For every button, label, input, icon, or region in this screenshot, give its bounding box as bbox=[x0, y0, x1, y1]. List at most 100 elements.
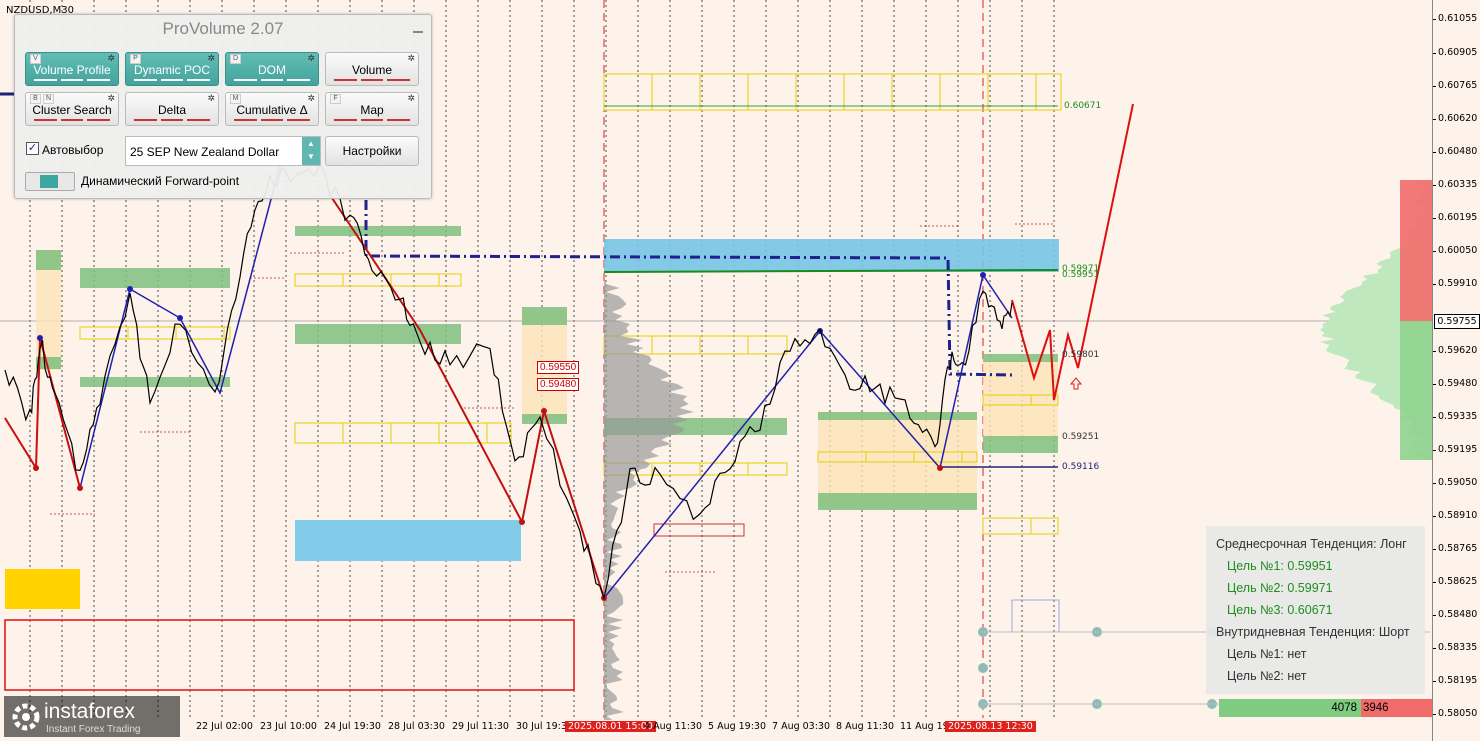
panel-button-5[interactable]: ✲ Delta bbox=[125, 92, 219, 126]
trend-dot bbox=[978, 663, 988, 673]
price-tick: 0.59620 bbox=[1438, 345, 1477, 356]
provolume-panel[interactable]: ProVolume 2.07 V ✲ Volume Profile P ✲ Dynamic… bbox=[14, 14, 432, 199]
red-box bbox=[654, 524, 744, 536]
level-label: 0.59116 bbox=[1062, 462, 1099, 472]
green-bar bbox=[36, 250, 61, 270]
ask-volume-bar: 3946 bbox=[1361, 699, 1432, 717]
intraday-target-1: Цель №1: нет bbox=[1227, 647, 1307, 661]
price-tick: 0.59050 bbox=[1438, 477, 1477, 488]
indicator-strip bbox=[334, 119, 410, 122]
panel-button-label: Cumulative Δ bbox=[226, 103, 318, 117]
logo-tagline: Instant Forex Trading bbox=[46, 724, 141, 735]
price-scale[interactable]: 0.61055 0.60905 0.60765 0.60620 0.60480 0.603… bbox=[1433, 0, 1480, 741]
pivot-dot bbox=[519, 519, 525, 525]
mid-target-2: Цель №2: 0.59971 bbox=[1227, 581, 1333, 595]
blue-box bbox=[1012, 600, 1059, 632]
price-tick: 0.60195 bbox=[1438, 212, 1477, 223]
bid-volume-bar: 4078 bbox=[1219, 699, 1361, 717]
instrument-select[interactable]: 25 SEP New Zealand Dollar ▲ ▼ bbox=[125, 136, 321, 166]
indicator-strip bbox=[134, 119, 210, 122]
price-tick: 0.59480 bbox=[1438, 378, 1477, 389]
orange-zone bbox=[818, 412, 977, 507]
panel-button-3[interactable]: ✲ Volume bbox=[325, 52, 419, 86]
poc-label: 0.59550 bbox=[537, 361, 579, 374]
price-tick: 0.60620 bbox=[1438, 113, 1477, 124]
forward-point-toggle[interactable] bbox=[25, 172, 75, 191]
autoselect-checkbox[interactable]: ✓ bbox=[26, 142, 39, 155]
minimize-icon[interactable] bbox=[413, 31, 423, 33]
price-tick: 0.58050 bbox=[1438, 708, 1477, 719]
panel-button-label: Cluster Search bbox=[26, 103, 118, 117]
price-tick: 0.60335 bbox=[1438, 179, 1477, 190]
blue-zone bbox=[604, 239, 1059, 272]
price-tick: 0.58625 bbox=[1438, 576, 1477, 587]
price-tick: 0.59335 bbox=[1438, 411, 1477, 422]
orange-zone bbox=[983, 360, 1058, 440]
volume-profile bbox=[604, 280, 694, 720]
price-tick: 0.58195 bbox=[1438, 675, 1477, 686]
price-tick: 0.59195 bbox=[1438, 444, 1477, 455]
indicator-strip bbox=[34, 79, 110, 82]
time-label: 23 Jul 10:00 bbox=[260, 721, 317, 732]
panel-title: ProVolume 2.07 bbox=[15, 19, 431, 39]
autoselect-label: Автовыбор bbox=[42, 143, 103, 157]
panel-button-label: DOM bbox=[226, 63, 318, 77]
logo-gear-icon bbox=[8, 699, 44, 735]
current-price-label: 0.59755 bbox=[1434, 314, 1480, 329]
price-tick: 0.60050 bbox=[1438, 245, 1477, 256]
green-bar bbox=[983, 436, 1058, 453]
yellow-box bbox=[295, 274, 461, 286]
price-tick: 0.58480 bbox=[1438, 609, 1477, 620]
indicator-strip bbox=[34, 119, 110, 122]
price-tick: 0.60905 bbox=[1438, 47, 1477, 58]
price-chart[interactable]: NZDUSD,M30 0.59550 0.59480 0.60671 0.599… bbox=[0, 0, 1433, 741]
pivot-dot bbox=[980, 272, 986, 278]
yellow-zone bbox=[5, 569, 80, 609]
panel-button-label: Map bbox=[326, 103, 418, 117]
green-bar bbox=[983, 354, 1058, 362]
level-label: 0.59801 bbox=[1062, 350, 1099, 360]
time-label: 22 Jul 02:00 bbox=[196, 721, 253, 732]
green-bar bbox=[522, 307, 567, 325]
price-tick: 0.58910 bbox=[1438, 510, 1477, 521]
panel-button-6[interactable]: M ✲ Cumulative Δ bbox=[225, 92, 319, 126]
green-bar bbox=[295, 324, 461, 344]
green-bar bbox=[80, 268, 230, 288]
time-label: 28 Jul 03:30 bbox=[388, 721, 445, 732]
trend-info-box: Среднесрочная Тенденция: Лонг Цель №1: 0… bbox=[1206, 526, 1425, 694]
poc-label: 0.59480 bbox=[537, 378, 579, 391]
level-label: 0.59951 bbox=[1062, 270, 1099, 280]
pivot-dot bbox=[177, 315, 183, 321]
dynamic-poc bbox=[366, 200, 1012, 375]
instaforex-logo: instaforex Instant Forex Trading bbox=[4, 696, 180, 737]
time-label: 2025.08.01 15:00 bbox=[565, 721, 656, 732]
panel-button-7[interactable]: F ✲ Map bbox=[325, 92, 419, 126]
blue-zone bbox=[295, 520, 521, 561]
pivot-dot bbox=[127, 286, 133, 292]
green-bar bbox=[818, 493, 977, 510]
spinner-icon[interactable]: ▲ ▼ bbox=[302, 137, 320, 165]
settings-button[interactable]: Настройки bbox=[325, 136, 419, 166]
mid-trend-title: Среднесрочная Тенденция: Лонг bbox=[1216, 537, 1407, 551]
panel-button-1[interactable]: P ✲ Dynamic POC bbox=[125, 52, 219, 86]
time-label: 8 Aug 11:30 bbox=[836, 721, 894, 732]
indicator-strip bbox=[234, 119, 310, 122]
indicator-strip bbox=[234, 79, 310, 82]
panel-button-2[interactable]: D ✲ DOM bbox=[225, 52, 319, 86]
level-label: 0.60671 bbox=[1064, 101, 1101, 111]
price-tick: 0.59910 bbox=[1438, 278, 1477, 289]
pivot-dot bbox=[937, 465, 943, 471]
pivot-dot bbox=[33, 465, 39, 471]
panel-button-label: Dynamic POC bbox=[126, 63, 218, 77]
dom-bid bbox=[1400, 321, 1433, 460]
time-label: 7 Aug 03:30 bbox=[772, 721, 830, 732]
intraday-target-2: Цель №2: нет bbox=[1227, 669, 1307, 683]
panel-button-4[interactable]: B N ✲ Cluster Search bbox=[25, 92, 119, 126]
price-tick: 0.58335 bbox=[1438, 642, 1477, 653]
panel-button-0[interactable]: V ✲ Volume Profile bbox=[25, 52, 119, 86]
green-bar bbox=[295, 226, 461, 236]
panel-button-label: Volume bbox=[326, 63, 418, 77]
level-label: 0.59251 bbox=[1062, 432, 1099, 442]
time-label: 29 Jul 11:30 bbox=[452, 721, 509, 732]
price-tick: 0.58765 bbox=[1438, 543, 1477, 554]
